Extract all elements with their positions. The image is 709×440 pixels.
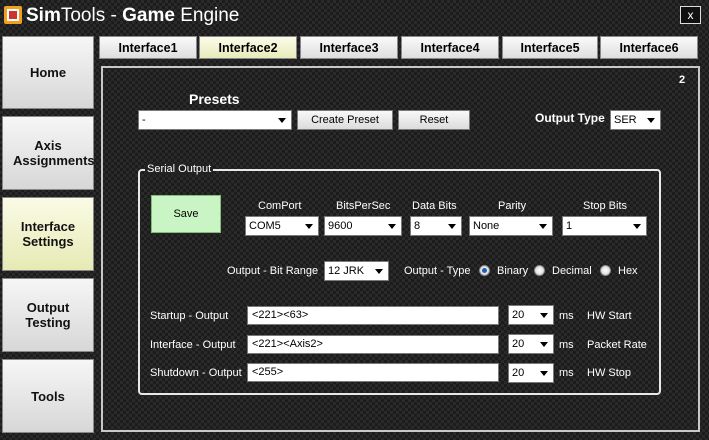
chevron-down-icon xyxy=(305,224,313,229)
databits-label: Data Bits xyxy=(412,200,457,212)
shutdown-ms-value: 20 xyxy=(512,367,525,379)
tab-interface5[interactable]: Interface5 xyxy=(502,36,598,59)
interface-output-input[interactable]: <221><Axis2> xyxy=(247,335,499,354)
nav-home-button[interactable]: Home xyxy=(2,36,94,109)
nav-interface-settings-button[interactable]: Interface Settings xyxy=(2,197,94,271)
tab-interface6[interactable]: Interface6 xyxy=(600,36,698,59)
presets-selected-value: - xyxy=(142,114,146,126)
simtools-logo-icon xyxy=(4,6,22,24)
chevron-down-icon xyxy=(647,118,655,123)
hex-radio[interactable] xyxy=(600,265,611,276)
create-preset-button[interactable]: Create Preset xyxy=(297,110,393,130)
output-type-dropdown[interactable]: SER xyxy=(610,110,661,130)
decimal-radio[interactable] xyxy=(534,265,545,276)
nav-tools-label: Tools xyxy=(31,388,65,404)
chevron-down-icon xyxy=(539,224,547,229)
interface-ms-value: 20 xyxy=(512,338,525,350)
hex-radio-label: Hex xyxy=(618,265,638,277)
startup-ms-unit: ms xyxy=(559,310,574,322)
startup-ms-value: 20 xyxy=(512,309,525,321)
decimal-radio-label: Decimal xyxy=(552,265,592,277)
nav-axis-assignments-button[interactable]: Axis Assignments xyxy=(2,116,95,190)
stopbits-label: Stop Bits xyxy=(583,200,628,212)
interface-ms-dropdown[interactable]: 20 xyxy=(508,334,554,354)
interface-note: Packet Rate xyxy=(587,339,647,351)
tab-interface4[interactable]: Interface4 xyxy=(401,36,499,59)
shutdown-ms-dropdown[interactable]: 20 xyxy=(508,363,554,383)
bitspersec-label: BitsPerSec xyxy=(336,200,391,212)
stopbits-dropdown[interactable]: 1 xyxy=(562,216,647,236)
binary-radio-label: Binary xyxy=(497,265,529,277)
shutdown-output-label: Shutdown - Output xyxy=(150,367,242,379)
bit-range-value: 12 JRK xyxy=(328,265,365,277)
chevron-down-icon xyxy=(388,224,396,229)
shutdown-ms-unit: ms xyxy=(559,367,574,379)
chevron-down-icon xyxy=(375,269,383,274)
interface-ms-unit: ms xyxy=(559,339,574,351)
comport-value: COM5 xyxy=(249,220,281,232)
nav-tools-button[interactable]: Tools xyxy=(2,359,94,433)
nav-interface-settings-label: Interface Settings xyxy=(20,219,76,249)
serial-output-group-label: Serial Output xyxy=(145,163,214,175)
save-button[interactable]: Save xyxy=(151,195,221,233)
presets-heading: Presets xyxy=(189,91,240,107)
chevron-down-icon xyxy=(540,342,548,347)
shutdown-note: HW Stop xyxy=(587,367,632,379)
title-bar: SimTools - Game Engine x xyxy=(0,0,709,32)
bit-range-label: Output - Bit Range xyxy=(227,265,319,277)
app-window: SimTools - Game Engine x Home Axis Assig… xyxy=(0,0,709,440)
shutdown-output-input[interactable]: <255> xyxy=(247,363,499,382)
tab-interface3[interactable]: Interface3 xyxy=(300,36,398,59)
chevron-down-icon xyxy=(633,224,641,229)
output-type-label: Output Type xyxy=(535,111,605,125)
output-type-value: SER xyxy=(614,114,637,126)
reset-button[interactable]: Reset xyxy=(398,110,470,130)
parity-value: None xyxy=(473,220,500,232)
stopbits-value: 1 xyxy=(566,220,573,232)
bit-range-dropdown[interactable]: 12 JRK xyxy=(324,261,389,281)
bitspersec-dropdown[interactable]: 9600 xyxy=(324,216,402,236)
interface-output-label: Interface - Output xyxy=(150,339,236,351)
nav-output-testing-button[interactable]: Output Testing xyxy=(2,278,94,352)
parity-label: Parity xyxy=(498,200,527,212)
comport-dropdown[interactable]: COM5 xyxy=(245,216,319,236)
tab-interface2[interactable]: Interface2 xyxy=(199,36,297,59)
databits-value: 8 xyxy=(414,220,421,232)
close-button[interactable]: x xyxy=(680,6,701,24)
startup-ms-dropdown[interactable]: 20 xyxy=(508,305,554,325)
chevron-down-icon xyxy=(448,224,456,229)
panel-number: 2 xyxy=(679,74,686,86)
startup-output-input[interactable]: <221><63> xyxy=(247,306,499,325)
tab-interface1[interactable]: Interface1 xyxy=(99,36,197,59)
nav-output-testing-label: Output Testing xyxy=(25,300,71,330)
startup-output-label: Startup - Output xyxy=(150,310,229,322)
bitspersec-value: 9600 xyxy=(328,220,353,232)
chevron-down-icon xyxy=(540,371,548,376)
parity-dropdown[interactable]: None xyxy=(469,216,553,236)
binary-radio[interactable] xyxy=(479,265,490,276)
comport-label: ComPort xyxy=(258,200,302,212)
databits-dropdown[interactable]: 8 xyxy=(410,216,462,236)
presets-dropdown[interactable]: - xyxy=(138,110,292,130)
output-type-radio-label: Output - Type xyxy=(404,265,471,277)
nav-home-label: Home xyxy=(29,65,67,80)
chevron-down-icon xyxy=(278,118,286,123)
startup-note: HW Start xyxy=(587,310,632,322)
nav-axis-assignments-label: Axis Assignments xyxy=(13,138,95,168)
chevron-down-icon xyxy=(540,313,548,318)
window-title: SimTools - Game Engine xyxy=(26,5,240,26)
